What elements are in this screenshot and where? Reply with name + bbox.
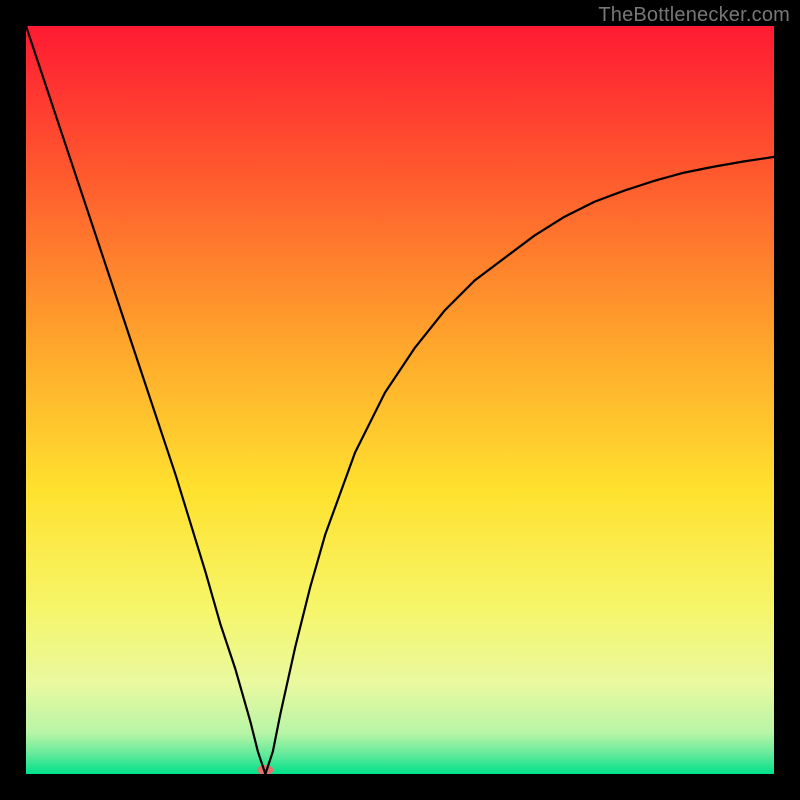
gradient-background: [26, 26, 774, 774]
watermark-text: TheBottlenecker.com: [598, 4, 790, 27]
plot-frame: [26, 26, 774, 774]
bottleneck-chart: [26, 26, 774, 774]
